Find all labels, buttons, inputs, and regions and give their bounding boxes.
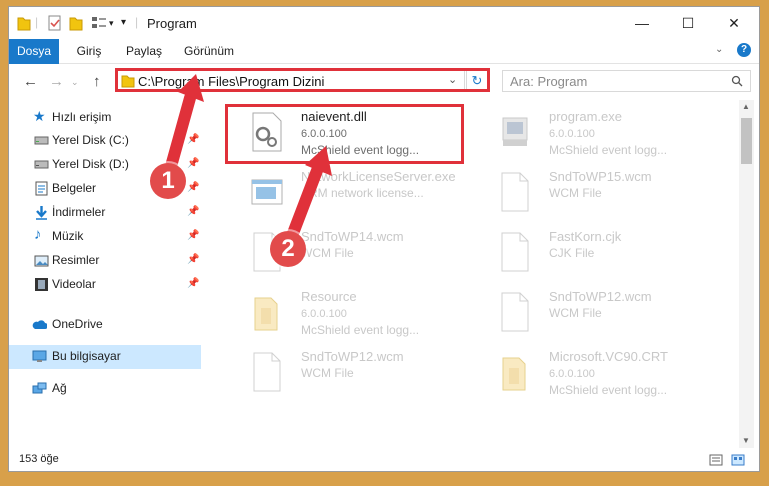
arrow-2-icon <box>286 162 324 242</box>
callout-badge-1: 1 <box>150 163 186 199</box>
callout-badge-2: 2 <box>270 231 306 267</box>
arrow-1-icon <box>164 92 196 176</box>
annotation-arrows <box>164 74 332 242</box>
